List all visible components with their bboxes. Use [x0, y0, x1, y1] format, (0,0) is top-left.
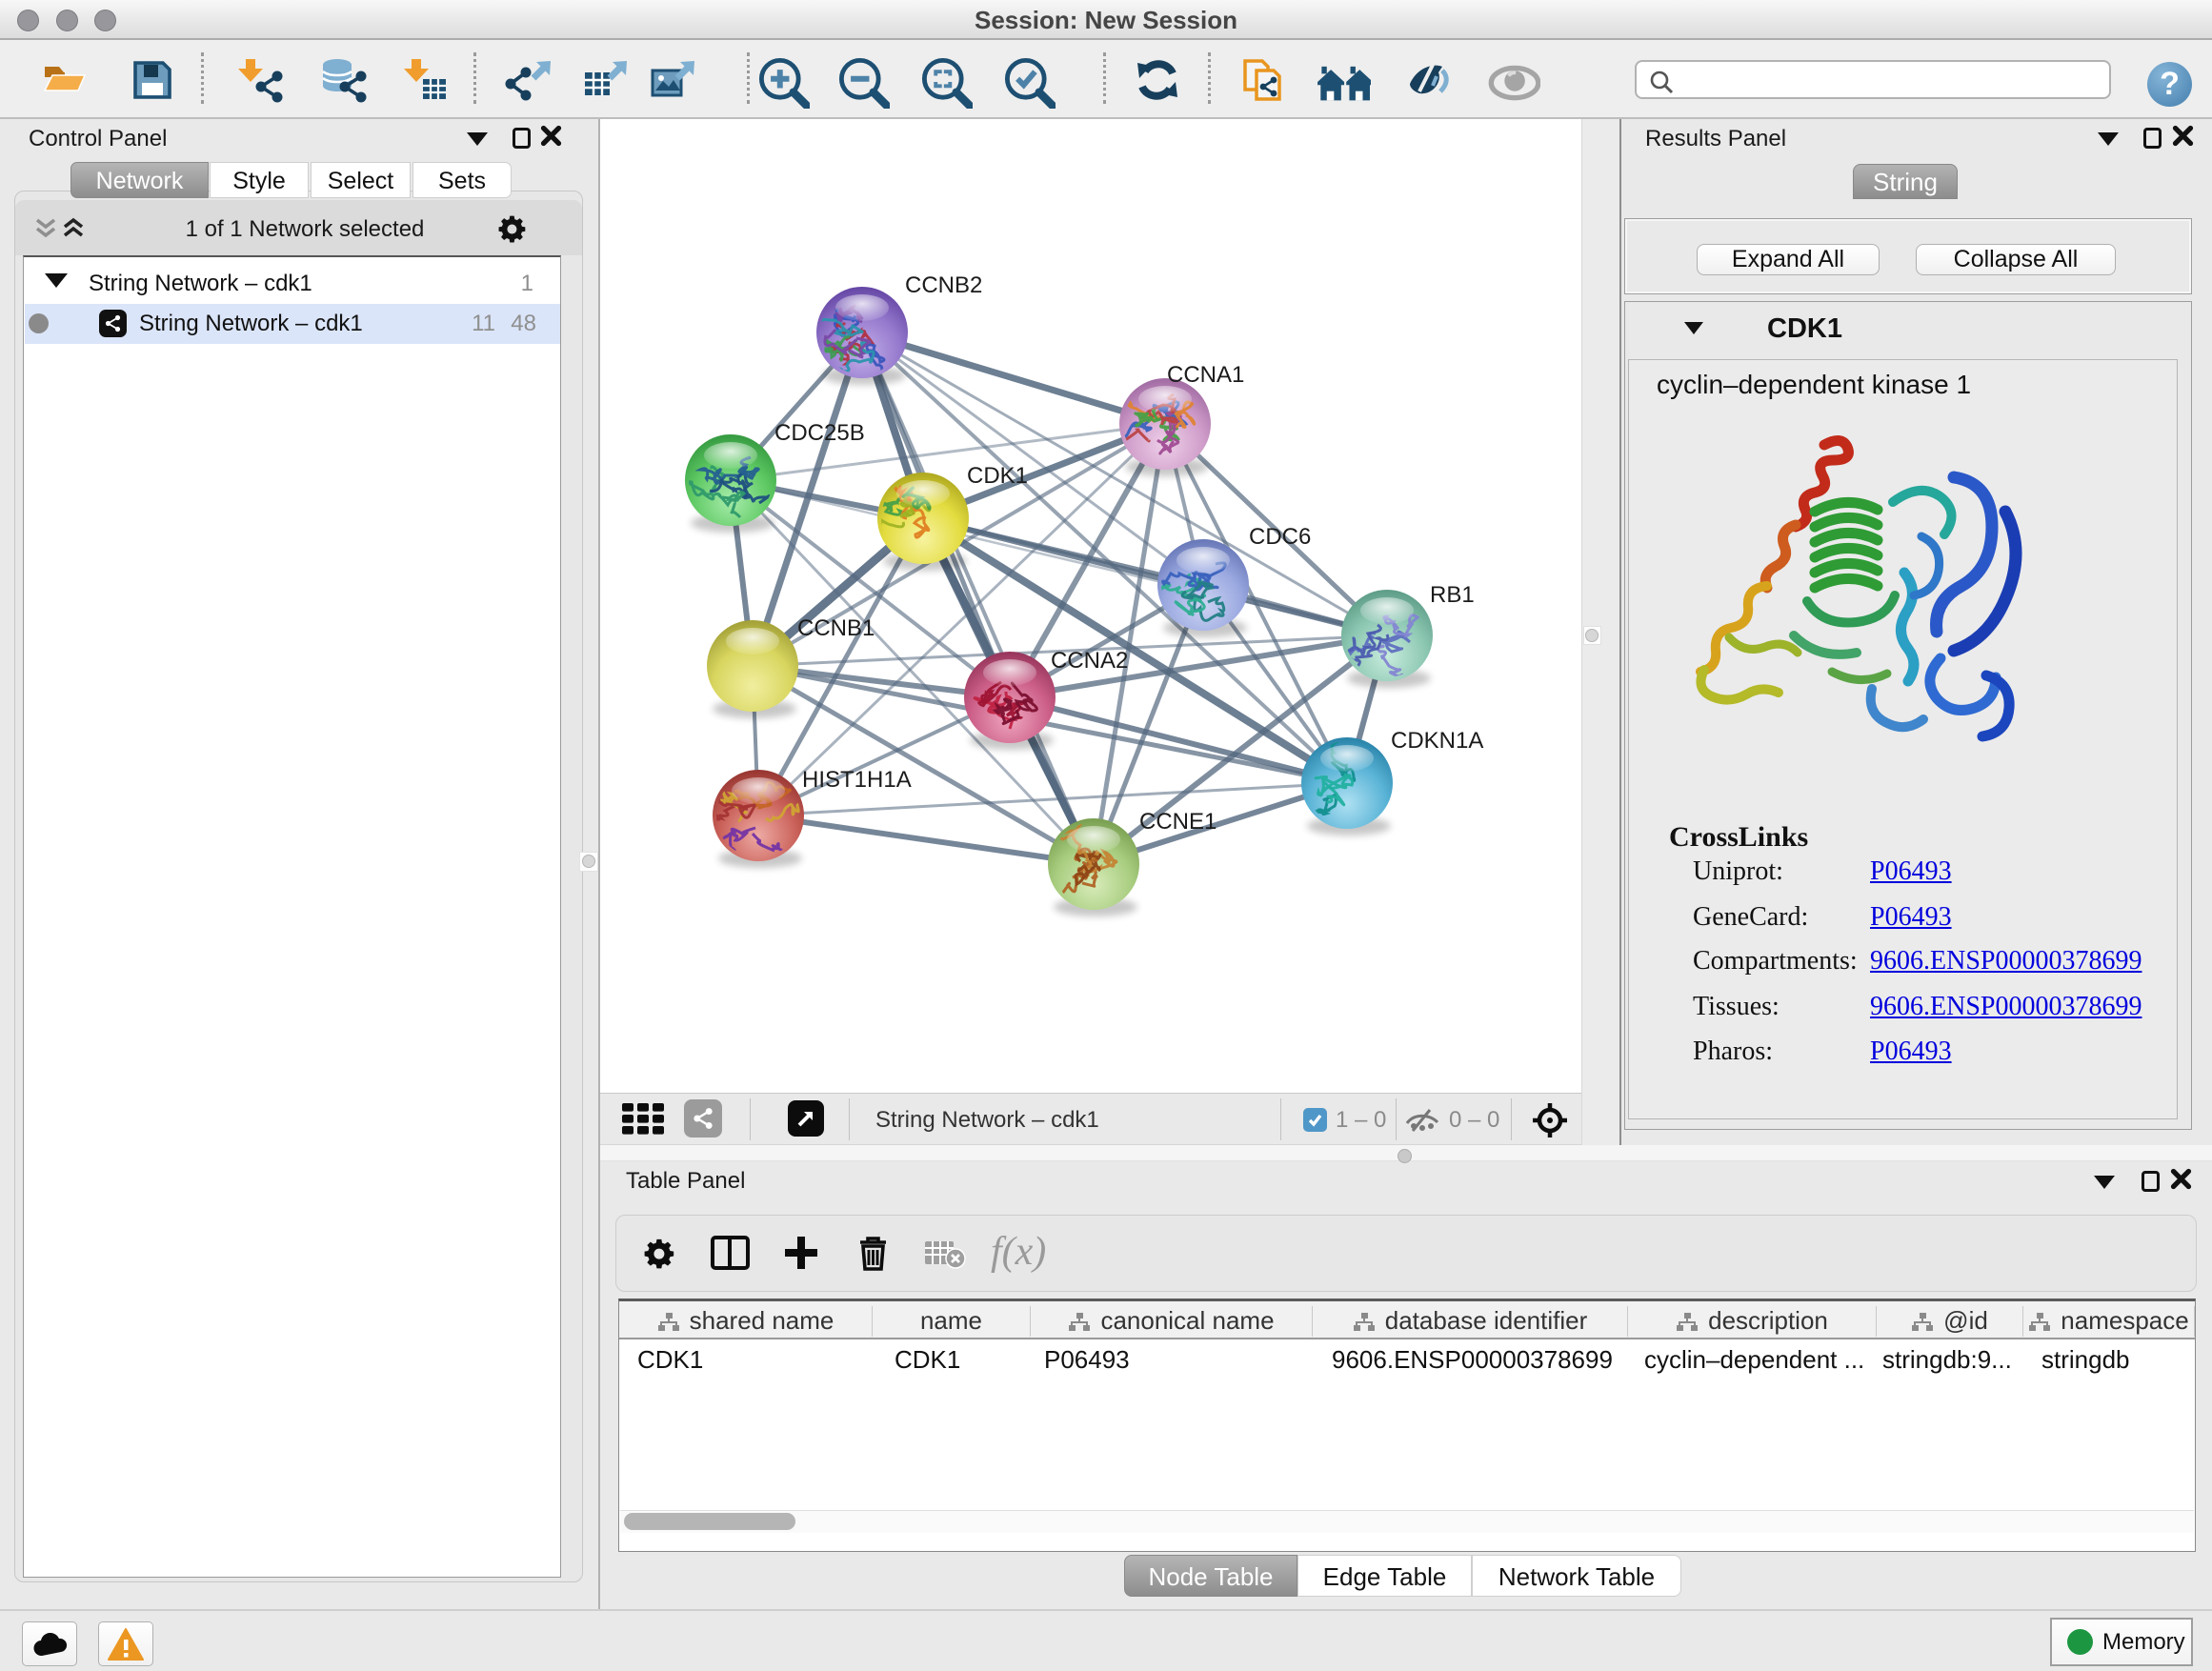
svg-text:CDKN1A: CDKN1A — [1391, 728, 1483, 754]
svg-text:CCNA2: CCNA2 — [1051, 648, 1128, 674]
svg-text:CCNB1: CCNB1 — [797, 615, 875, 641]
svg-text:CCNA1: CCNA1 — [1167, 362, 1244, 388]
svg-text:CDC25B: CDC25B — [774, 420, 865, 446]
svg-text:CCNE1: CCNE1 — [1139, 809, 1217, 835]
svg-text:CDK1: CDK1 — [967, 463, 1028, 489]
svg-text:HIST1H1A: HIST1H1A — [802, 767, 912, 793]
svg-text:CCNB2: CCNB2 — [905, 272, 982, 298]
svg-text:RB1: RB1 — [1430, 582, 1475, 608]
svg-text:CDC6: CDC6 — [1249, 524, 1311, 550]
